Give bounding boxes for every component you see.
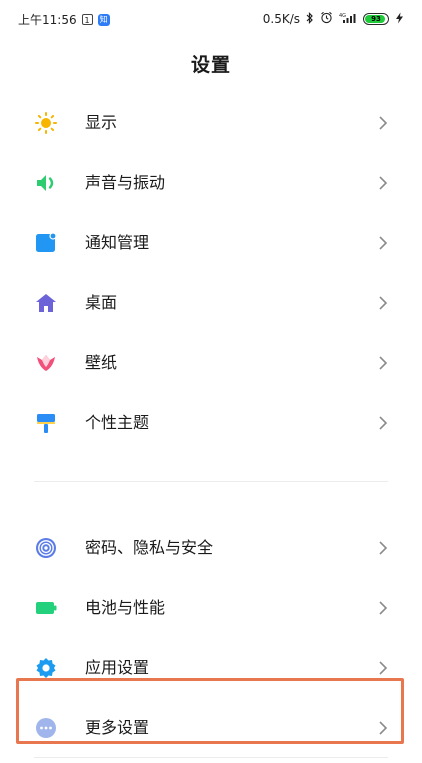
settings-item-label: 更多设置 [85,718,150,737]
chevron-right-icon [378,354,388,372]
settings-item-label: 声音与振动 [85,173,166,192]
chevron-right-icon [378,719,388,737]
speaker-icon [35,172,57,194]
settings-item-app-settings[interactable]: 应用设置 [0,638,422,698]
settings-item-label: 个性主题 [85,413,150,432]
chevron-right-icon [378,659,388,677]
display-sun-icon [35,112,57,134]
settings-item-wallpaper[interactable]: 壁纸 [0,333,422,393]
settings-item-themes[interactable]: 个性主题 [0,393,422,453]
tulip-icon [35,352,57,374]
chevron-right-icon [378,414,388,432]
chevron-right-icon [378,539,388,557]
bluetooth-icon [306,11,314,27]
status-bar: 上午11:56 1 知 0.5K/s 4G 93 [0,0,422,38]
settings-item-label: 密码、隐私与安全 [85,538,214,557]
settings-item-label: 通知管理 [85,233,150,252]
chevron-right-icon [378,174,388,192]
chevron-right-icon [378,234,388,252]
network-speed: 0.5K/s [262,12,300,26]
settings-item-privacy-security[interactable]: 密码、隐私与安全 [0,518,422,578]
battery-icon [35,597,57,619]
settings-item-battery-performance[interactable]: 电池与性能 [0,578,422,638]
settings-item-label: 壁纸 [85,353,118,372]
settings-item-label: 应用设置 [85,658,150,677]
paint-roller-icon [35,412,57,434]
settings-item-label: 桌面 [85,293,118,312]
zhihu-notification-icon: 知 [97,13,110,26]
section-divider [34,481,388,482]
status-time: 上午11:56 [18,13,77,27]
page-title: 设置 [190,54,231,76]
settings-item-desktop[interactable]: 桌面 [0,273,422,333]
calendar-icon: 1 [81,14,93,25]
settings-item-notifications[interactable]: 通知管理 [0,213,422,273]
chevron-right-icon [378,599,388,617]
bottom-divider [34,757,388,758]
settings-item-more-settings[interactable]: 更多设置 [0,698,422,758]
charging-icon [395,12,404,27]
alarm-icon [320,11,333,27]
fingerprint-icon [35,537,57,559]
chevron-right-icon [378,114,388,132]
settings-list: 显示 声音与振动 通知管理 桌面 壁纸 个性主题 密码、隐私与安全 电池与性能 … [0,93,422,758]
home-icon [35,292,57,314]
signal-4g-icon: 4G [339,12,357,27]
chevron-right-icon [378,294,388,312]
settings-item-label: 电池与性能 [85,598,166,617]
svg-text:4G: 4G [339,13,346,19]
status-bar-right: 0.5K/s 4G 93 [263,11,404,27]
settings-item-label: 显示 [85,113,118,132]
more-dots-icon [35,717,57,739]
battery-icon: 93 [363,13,389,25]
gear-icon [35,657,57,679]
settings-item-display[interactable]: 显示 [0,93,422,153]
battery-level-text: 93 [371,15,381,23]
status-bar-left: 上午11:56 1 知 [18,11,110,28]
notification-icon [35,232,57,254]
settings-item-sound[interactable]: 声音与振动 [0,153,422,213]
